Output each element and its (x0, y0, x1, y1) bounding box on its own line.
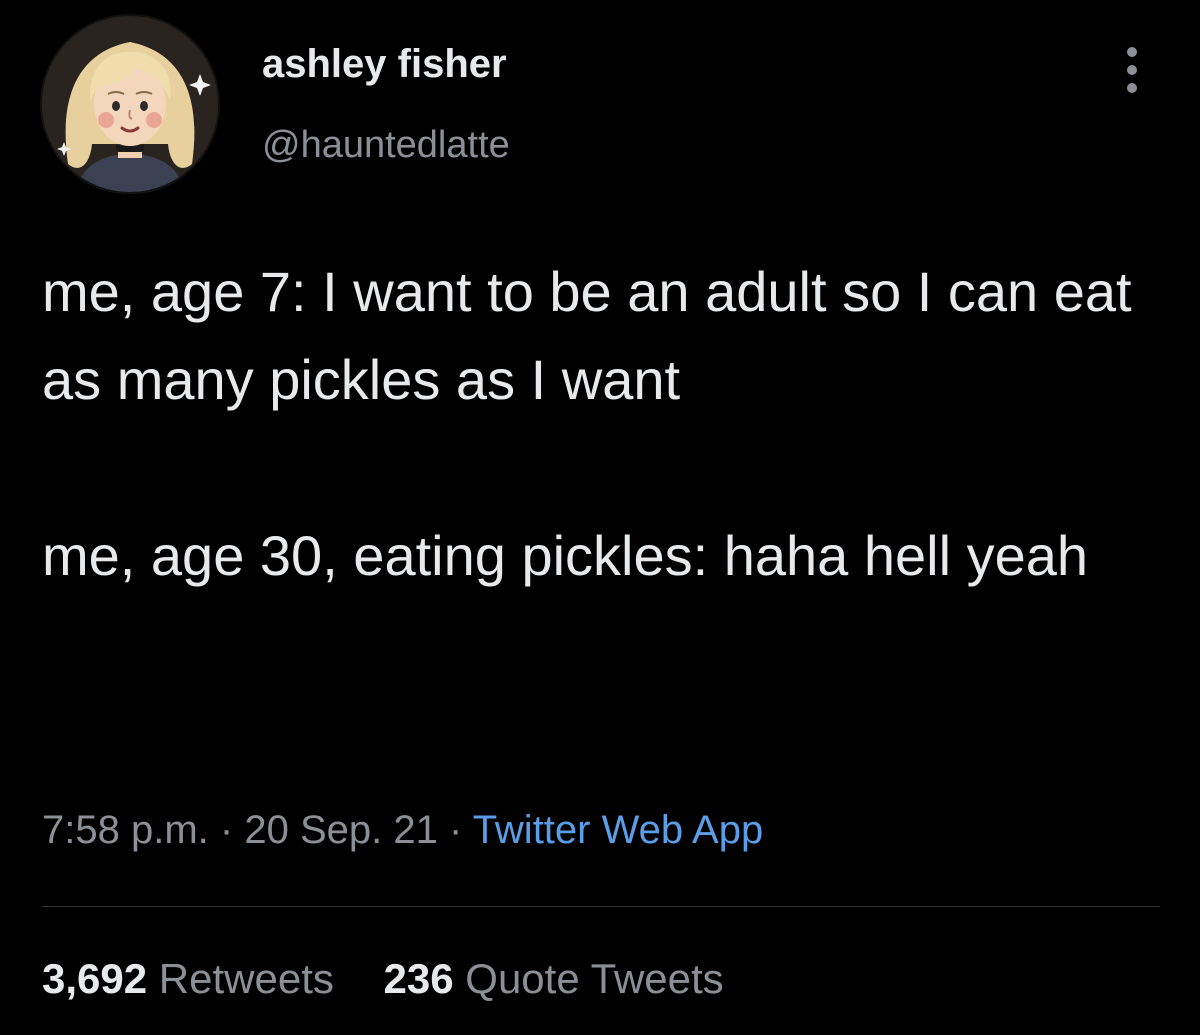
tweet-meta: 7:58 p.m. · 20 Sep. 21 · Twitter Web App (42, 808, 763, 853)
user-avatar[interactable] (40, 14, 220, 194)
tweet-time[interactable]: 7:58 p.m. (42, 808, 209, 852)
quote-tweets-count: 236 (383, 955, 454, 1002)
author-display-name[interactable]: ashley fisher (262, 42, 507, 87)
avatar-illustration-icon (40, 14, 220, 194)
meta-separator: · (219, 808, 234, 852)
tweet-stats: 3,692 Retweets 236 Quote Tweets (42, 955, 724, 1003)
divider (42, 906, 1160, 907)
tweet-card: ashley fisher @hauntedlatte me, age 7: I… (0, 0, 1200, 1035)
more-vertical-icon (1127, 47, 1137, 93)
quote-tweets-label: Quote Tweets (465, 955, 724, 1002)
quote-tweets-stat[interactable]: 236 Quote Tweets (384, 955, 724, 1003)
tweet-date[interactable]: 20 Sep. 21 (244, 808, 438, 852)
retweets-count: 3,692 (42, 955, 148, 1002)
author-handle[interactable]: @hauntedlatte (262, 124, 510, 167)
tweet-paragraph: me, age 30, eating pickles: haha hell ye… (42, 524, 1089, 587)
tweet-paragraph: me, age 7: I want to be an adult so I ca… (42, 260, 1132, 411)
more-options-button[interactable] (1114, 44, 1150, 96)
tweet-source-link[interactable]: Twitter Web App (473, 808, 764, 852)
retweets-label: Retweets (158, 955, 334, 1002)
retweets-stat[interactable]: 3,692 Retweets (42, 955, 334, 1003)
tweet-body: me, age 7: I want to be an adult so I ca… (42, 248, 1152, 600)
meta-separator: · (448, 808, 463, 852)
